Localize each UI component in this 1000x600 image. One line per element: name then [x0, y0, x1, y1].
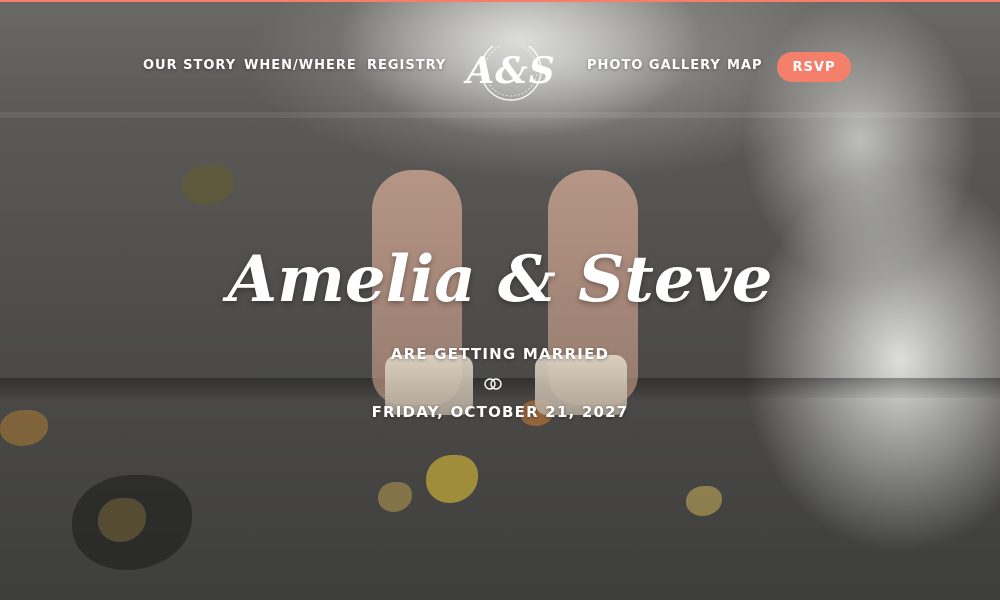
main-nav: OUR STORY WHEN/WHERE REGISTRY A&S PHOTO …: [0, 46, 1000, 101]
top-accent-bar: [0, 0, 1000, 2]
nav-link-map[interactable]: MAP: [727, 58, 763, 73]
monogram-logo-icon: A&S: [463, 46, 555, 101]
monogram-text: A&S: [463, 50, 555, 92]
wedding-rings-icon: [483, 376, 503, 390]
nav-link-registry[interactable]: REGISTRY: [367, 58, 446, 73]
nav-link-when-where[interactable]: WHEN/WHERE: [244, 58, 357, 73]
rsvp-button[interactable]: RSVP: [777, 52, 851, 82]
monogram-logo[interactable]: A&S: [449, 46, 573, 118]
nav-link-our-story[interactable]: OUR STORY: [143, 58, 236, 73]
wedding-date: FRIDAY, OCTOBER 21, 2027: [371, 403, 629, 421]
nav-link-photo-gallery[interactable]: PHOTO GALLERY: [587, 58, 721, 73]
hero-subtitle: ARE GETTING MARRIED: [390, 345, 610, 363]
couple-names-title: Amelia & Steve: [227, 242, 773, 317]
